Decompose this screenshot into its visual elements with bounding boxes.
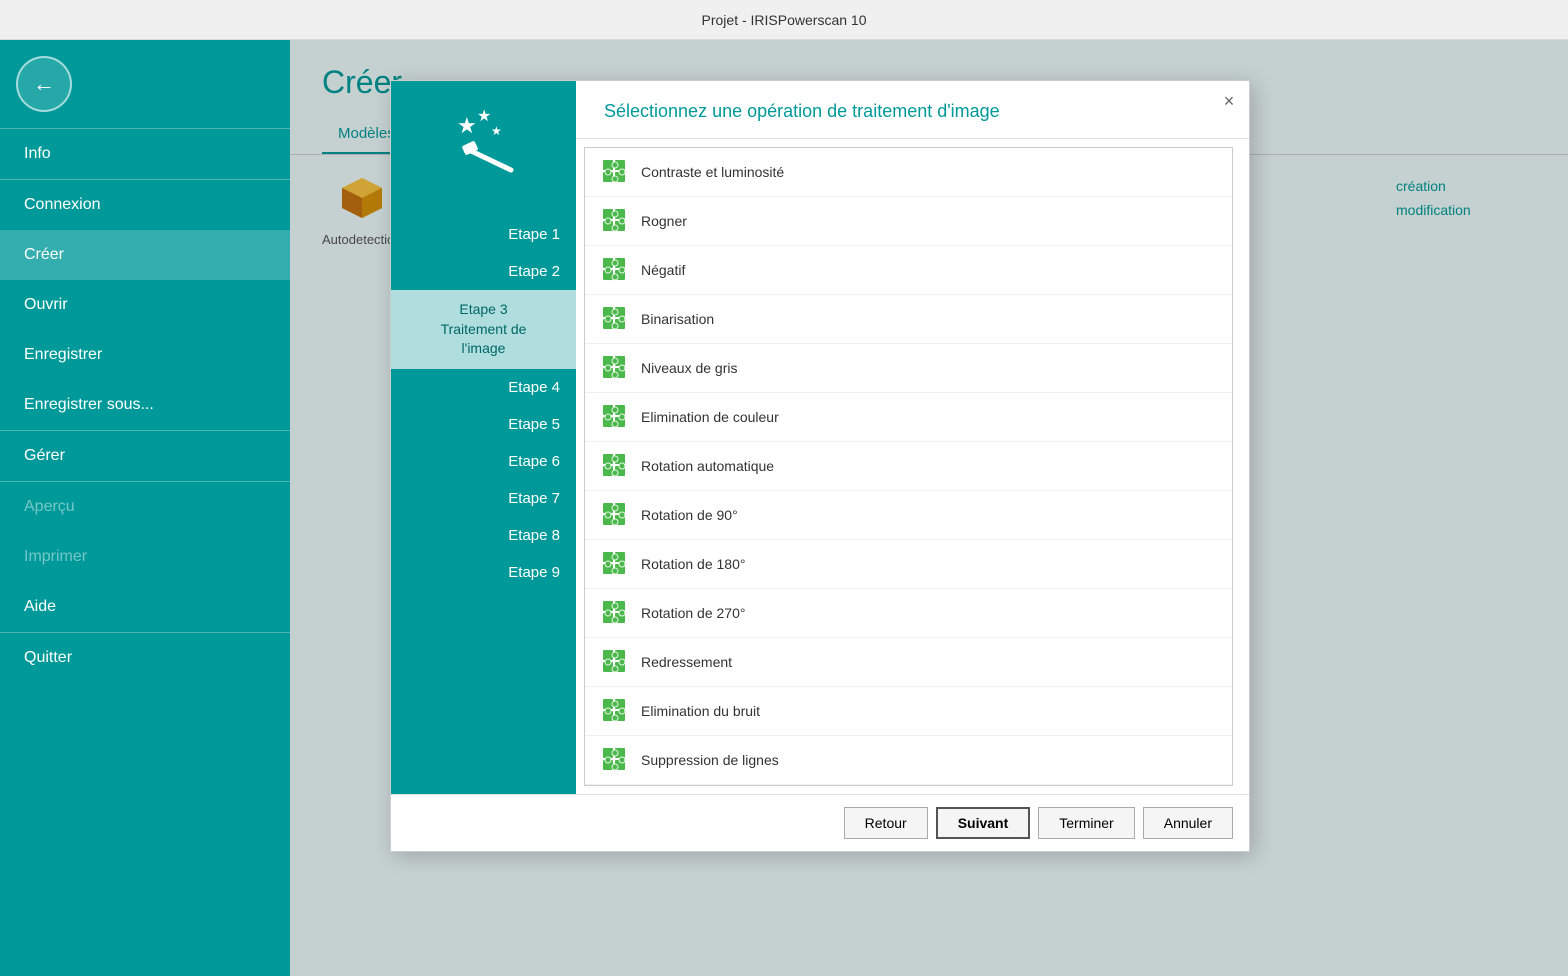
operation-item-redressement[interactable]: Redressement xyxy=(585,638,1232,687)
wizard-step-9[interactable]: Etape 9 xyxy=(391,554,576,591)
puzzle-icon xyxy=(601,305,629,333)
suivant-button[interactable]: Suivant xyxy=(936,807,1031,839)
puzzle-icon xyxy=(601,354,629,382)
operation-item-suppression[interactable]: Suppression de lignes xyxy=(585,736,1232,785)
svg-text:★: ★ xyxy=(477,108,491,125)
title-text: Projet - IRISPowerscan 10 xyxy=(702,12,867,28)
operations-list[interactable]: Contraste et luminosité Rogner Négatif xyxy=(584,147,1233,786)
wizard-footer: Retour Suivant Terminer Annuler xyxy=(391,794,1249,851)
puzzle-icon xyxy=(601,599,629,627)
wand-stars-icon: ★ ★ ★ xyxy=(449,105,519,175)
sidebar-item-connexion[interactable]: Connexion xyxy=(0,180,290,230)
sidebar-item-apercu: Aperçu xyxy=(0,482,290,532)
operation-item-binarisation[interactable]: Binarisation xyxy=(585,295,1232,344)
operation-item-contraste[interactable]: Contraste et luminosité xyxy=(585,148,1232,197)
puzzle-icon xyxy=(601,403,629,431)
back-button[interactable]: ← xyxy=(16,56,72,112)
puzzle-icon xyxy=(601,256,629,284)
puzzle-icon xyxy=(601,648,629,676)
operation-item-elim-couleur[interactable]: Elimination de couleur xyxy=(585,393,1232,442)
close-button[interactable]: × xyxy=(1217,89,1241,113)
sidebar-item-info[interactable]: Info xyxy=(0,129,290,179)
title-bar: Projet - IRISPowerscan 10 xyxy=(0,0,1568,40)
wizard-title: Sélectionnez une opération de traitement… xyxy=(576,81,1249,139)
wizard-body: ★ ★ ★ Etape 1 xyxy=(391,81,1249,794)
operation-item-rotation-90[interactable]: Rotation de 90° xyxy=(585,491,1232,540)
wizard-steps: Etape 1 Etape 2 Etape 3Traitement del'im… xyxy=(391,216,576,591)
operation-item-elim-bruit[interactable]: Elimination du bruit xyxy=(585,687,1232,736)
sidebar-item-quitter[interactable]: Quitter xyxy=(0,633,290,683)
operation-item-negatif[interactable]: Négatif xyxy=(585,246,1232,295)
sidebar-item-creer[interactable]: Créer xyxy=(0,230,290,280)
wizard-step-4[interactable]: Etape 4 xyxy=(391,369,576,406)
terminer-button[interactable]: Terminer xyxy=(1038,807,1134,839)
puzzle-icon xyxy=(601,550,629,578)
sidebar-item-gerer[interactable]: Gérer xyxy=(0,431,290,481)
wizard-step-3[interactable]: Etape 3Traitement del'image xyxy=(391,290,576,369)
puzzle-icon xyxy=(601,697,629,725)
back-icon: ← xyxy=(33,71,55,97)
puzzle-icon xyxy=(601,207,629,235)
modal-overlay: ★ ★ ★ Etape 1 xyxy=(290,40,1568,976)
wizard-step-2[interactable]: Etape 2 xyxy=(391,253,576,290)
svg-text:★: ★ xyxy=(491,124,502,138)
sidebar: ← Info Connexion Créer Ouvrir Enregistre… xyxy=(0,40,290,976)
wizard-right-panel: × Sélectionnez une opération de traiteme… xyxy=(576,81,1249,794)
annuler-button[interactable]: Annuler xyxy=(1143,807,1233,839)
content-area: Créer Modèles Activités récentes Autodet… xyxy=(290,40,1568,976)
puzzle-icon xyxy=(601,452,629,480)
wizard-left-panel: ★ ★ ★ Etape 1 xyxy=(391,81,576,794)
wizard-step-5[interactable]: Etape 5 xyxy=(391,406,576,443)
operation-item-rotation-270[interactable]: Rotation de 270° xyxy=(585,589,1232,638)
wizard-step-1[interactable]: Etape 1 xyxy=(391,216,576,253)
wizard-modal: ★ ★ ★ Etape 1 xyxy=(390,80,1250,852)
wizard-step-6[interactable]: Etape 6 xyxy=(391,443,576,480)
operation-item-rogner[interactable]: Rogner xyxy=(585,197,1232,246)
wizard-magic-icon: ★ ★ ★ xyxy=(449,105,519,184)
wizard-step-8[interactable]: Etape 8 xyxy=(391,517,576,554)
sidebar-item-ouvrir[interactable]: Ouvrir xyxy=(0,280,290,330)
puzzle-icon xyxy=(601,158,629,186)
sidebar-item-imprimer: Imprimer xyxy=(0,532,290,582)
operation-item-rotation-auto[interactable]: Rotation automatique xyxy=(585,442,1232,491)
operation-item-niveaux-gris[interactable]: Niveaux de gris xyxy=(585,344,1232,393)
svg-text:★: ★ xyxy=(457,113,477,138)
wizard-step-7[interactable]: Etape 7 xyxy=(391,480,576,517)
sidebar-item-enregistrer-sous[interactable]: Enregistrer sous... xyxy=(0,380,290,430)
sidebar-item-aide[interactable]: Aide xyxy=(0,582,290,632)
puzzle-icon xyxy=(601,501,629,529)
puzzle-icon xyxy=(601,746,629,774)
sidebar-item-enregistrer[interactable]: Enregistrer xyxy=(0,330,290,380)
main-layout: ← Info Connexion Créer Ouvrir Enregistre… xyxy=(0,40,1568,976)
retour-button[interactable]: Retour xyxy=(844,807,928,839)
operation-item-rotation-180[interactable]: Rotation de 180° xyxy=(585,540,1232,589)
